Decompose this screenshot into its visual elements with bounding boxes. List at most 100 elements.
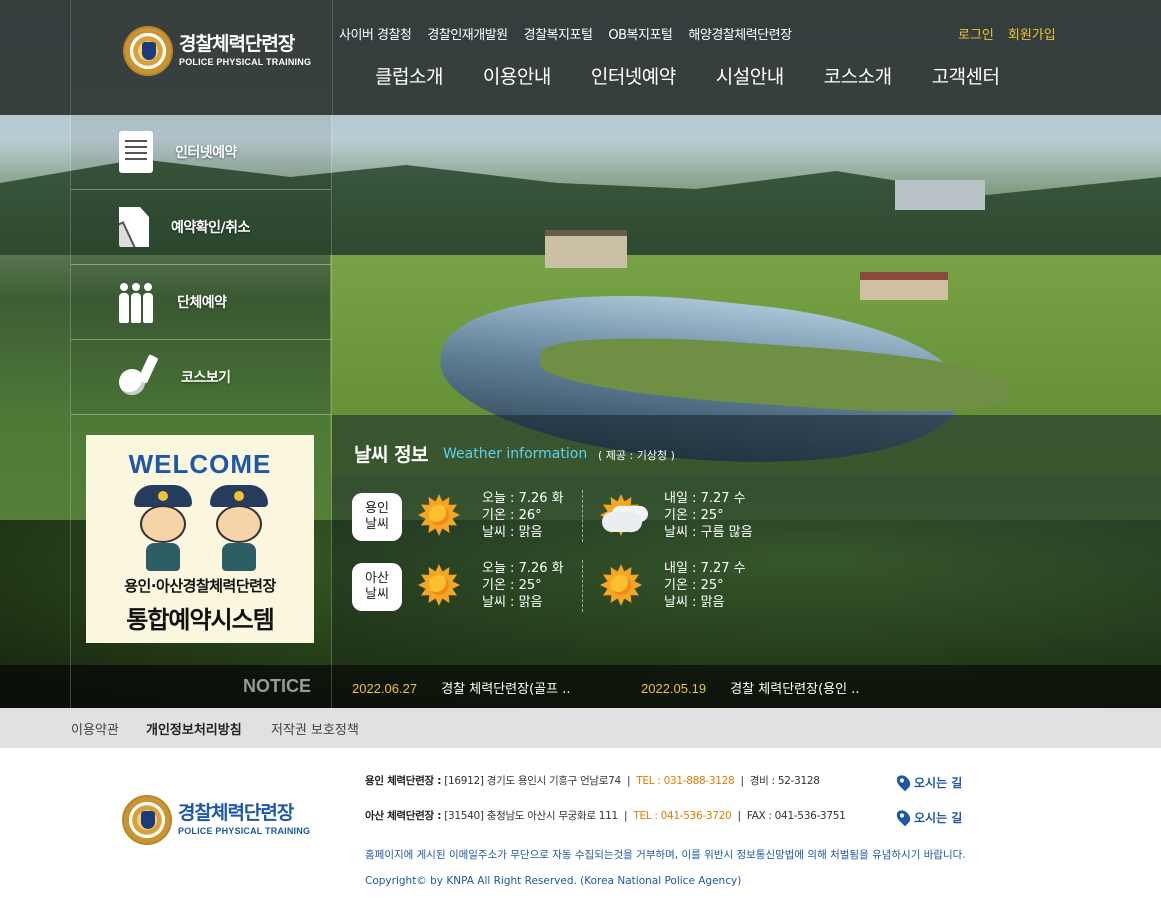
today-date: 오늘 : 7.26 화 xyxy=(482,561,564,576)
map-pin-icon xyxy=(894,807,913,827)
today-temp: 기온 : 25° xyxy=(482,578,542,593)
sunny-icon xyxy=(418,494,460,536)
top-link-cyber-police[interactable]: 사이버 경찰청 xyxy=(339,24,412,43)
weather-divider xyxy=(582,560,583,612)
welcome-banner[interactable]: WELCOME 용인·아산경찰체력단련장 통합예약시스템 xyxy=(86,435,314,643)
notice-bar: NOTICE 2022.06.27 경찰 체력단련장(골프 .. 2022.05… xyxy=(0,665,1161,708)
address-text: [31540] 충청남도 아산시 무궁화로 111 xyxy=(444,810,618,822)
today-weather: 오늘 : 7.26 화 기온 : 25° 날씨 : 맑음 xyxy=(482,560,564,611)
tomorrow-weather: 내일 : 7.27 수 기온 : 25° 날씨 : 구름 많음 xyxy=(664,490,753,541)
quick-item-group-reservation[interactable]: 단체예약 xyxy=(71,265,331,340)
map-link-label: 오시는 길 xyxy=(914,775,963,790)
main-nav: 클럽소개 이용안내 인터넷예약 시설안내 코스소개 고객센터 xyxy=(375,62,1040,89)
quick-item-label: 단체예약 xyxy=(177,295,227,311)
weather-source: ( 제공 : 기상청 ) xyxy=(598,449,675,462)
address-tel: TEL : 031-888-3128 xyxy=(636,775,735,787)
notice-title: 경찰 체력단련장(골프 .. xyxy=(441,682,571,697)
map-link-asan[interactable]: 오시는 길 xyxy=(894,807,963,827)
map-link-label: 오시는 길 xyxy=(914,810,963,825)
group-people-icon xyxy=(119,281,155,323)
address-extra: 경비 : 52-3128 xyxy=(749,775,820,787)
weather-divider xyxy=(582,490,583,542)
footer-link-terms[interactable]: 이용약관 xyxy=(71,719,119,738)
address-yongin: 용인 체력단련장 : [16912] 경기도 용인시 기흥구 언남로74 | T… xyxy=(365,775,820,787)
quick-item-reservation-check[interactable]: 예약확인/취소 xyxy=(71,190,331,265)
top-link-police-academy[interactable]: 경찰인재개발원 xyxy=(427,24,508,43)
weather-row-yongin: 용인 날씨 오늘 : 7.26 화 기온 : 26° 날씨 : 맑음 내일 : … xyxy=(352,490,872,542)
nav-course-intro[interactable]: 코스소개 xyxy=(824,62,892,89)
golf-ball-icon xyxy=(119,355,159,399)
logo-name-en: POLICE PHYSICAL TRAINING xyxy=(178,826,311,836)
location-name: 아산 xyxy=(365,571,389,586)
quick-item-label: 인터넷예약 xyxy=(175,145,237,161)
tomorrow-temp: 기온 : 25° xyxy=(664,508,724,523)
address-extra: FAX : 041-536-3751 xyxy=(746,810,846,822)
quick-item-online-reservation[interactable]: 인터넷예약 xyxy=(71,115,331,190)
top-link-welfare-portal[interactable]: 경찰복지포털 xyxy=(524,24,593,43)
nav-club-intro[interactable]: 클럽소개 xyxy=(375,62,443,89)
weather-row-asan: 아산 날씨 오늘 : 7.26 화 기온 : 25° 날씨 : 맑음 내일 : … xyxy=(352,560,872,612)
welcome-main-text: 통합예약시스템 xyxy=(126,606,275,634)
nav-online-reservation[interactable]: 인터넷예약 xyxy=(591,62,676,89)
tomorrow-temp: 기온 : 25° xyxy=(664,578,724,593)
copyright-text: Copyright© by KNPA All Right Reserved. (… xyxy=(365,875,742,887)
notice-item[interactable]: 2022.06.27 경찰 체력단련장(골프 .. xyxy=(352,678,570,697)
auth-links: 로그인 회원가입 xyxy=(958,24,1056,43)
police-emblem-icon xyxy=(123,26,173,76)
today-temp: 기온 : 26° xyxy=(482,508,542,523)
site-logo[interactable]: 경찰체력단련장 POLICE PHYSICAL TRAINING xyxy=(123,26,311,76)
welcome-subtitle: 용인·아산경찰체력단련장 xyxy=(124,577,276,595)
address-name: 용인 체력단련장 : xyxy=(365,775,442,787)
address-name: 아산 체력단련장 : xyxy=(365,810,442,822)
notice-label-box: NOTICE xyxy=(70,665,332,708)
sunny-icon xyxy=(600,564,642,606)
weather-title-en: Weather information xyxy=(443,446,588,462)
map-pin-icon xyxy=(894,772,913,792)
map-link-yongin[interactable]: 오시는 길 xyxy=(894,772,963,792)
footer-logo: 경찰체력단련장 POLICE PHYSICAL TRAINING xyxy=(122,795,310,845)
police-emblem-icon xyxy=(122,795,172,845)
nav-facilities[interactable]: 시설안내 xyxy=(716,62,784,89)
today-condition: 날씨 : 맑음 xyxy=(482,595,543,610)
top-link-ob-portal[interactable]: OB복지포털 xyxy=(608,24,673,43)
location-label: 날씨 xyxy=(365,587,389,602)
pavilion xyxy=(860,272,948,300)
signup-link[interactable]: 회원가입 xyxy=(1008,24,1056,43)
logo-name-kr: 경찰체력단련장 xyxy=(179,33,295,55)
weather-title: 날씨 정보 xyxy=(354,444,429,466)
address-asan: 아산 체력단련장 : [31540] 충청남도 아산시 무궁화로 111 | T… xyxy=(365,810,846,822)
sunny-icon xyxy=(418,564,460,606)
footer-links-bar: 이용약관 개인정보처리방침 저작권 보호정책 xyxy=(0,708,1161,748)
nav-usage-guide[interactable]: 이용안내 xyxy=(483,62,551,89)
welcome-title: WELCOME xyxy=(128,449,272,479)
logo-box: 경찰체력단련장 POLICE PHYSICAL TRAINING xyxy=(70,0,333,115)
address-tel: TEL : 041-536-3720 xyxy=(633,810,732,822)
quick-item-course-view[interactable]: 코스보기 xyxy=(71,340,331,415)
email-collection-notice: 홈페이지에 게시된 이메일주소가 무단으로 자동 수집되는것을 거부하며, 이를… xyxy=(365,849,966,861)
address-text: [16912] 경기도 용인시 기흥구 언남로74 xyxy=(444,775,621,787)
quick-item-label: 예약확인/취소 xyxy=(171,220,250,236)
footer-link-privacy[interactable]: 개인정보처리방침 xyxy=(146,719,242,738)
tomorrow-date: 내일 : 7.27 수 xyxy=(664,491,746,506)
notice-label[interactable]: NOTICE xyxy=(243,676,311,697)
tomorrow-weather: 내일 : 7.27 수 기온 : 25° 날씨 : 맑음 xyxy=(664,560,746,611)
document-list-icon xyxy=(119,131,153,173)
tomorrow-date: 내일 : 7.27 수 xyxy=(664,561,746,576)
nav-customer-center[interactable]: 고객센터 xyxy=(932,62,1000,89)
notice-item[interactable]: 2022.05.19 경찰 체력단련장(용인 .. xyxy=(641,678,859,697)
top-links: 사이버 경찰청 경찰인재개발원 경찰복지포털 OB복지포털 해양경찰체력단련장 xyxy=(339,24,792,43)
quick-item-label: 코스보기 xyxy=(181,370,231,386)
police-mascot-female xyxy=(204,485,274,573)
today-weather: 오늘 : 7.26 화 기온 : 26° 날씨 : 맑음 xyxy=(482,490,564,541)
login-link[interactable]: 로그인 xyxy=(958,24,994,43)
clubhouse xyxy=(545,230,627,268)
top-link-coast-guard[interactable]: 해양경찰체력단련장 xyxy=(688,24,792,43)
weather-panel: 날씨 정보 Weather information ( 제공 : 기상청 ) 용… xyxy=(332,415,1161,665)
footer-link-copyright[interactable]: 저작권 보호정책 xyxy=(271,719,359,738)
logo-name-en: POLICE PHYSICAL TRAINING xyxy=(179,57,312,67)
notice-date: 2022.06.27 xyxy=(352,681,418,696)
today-condition: 날씨 : 맑음 xyxy=(482,525,543,540)
site-header: 경찰체력단련장 POLICE PHYSICAL TRAINING 사이버 경찰청… xyxy=(0,0,1161,115)
distant-building xyxy=(895,180,985,210)
cloudy-icon xyxy=(600,494,642,536)
